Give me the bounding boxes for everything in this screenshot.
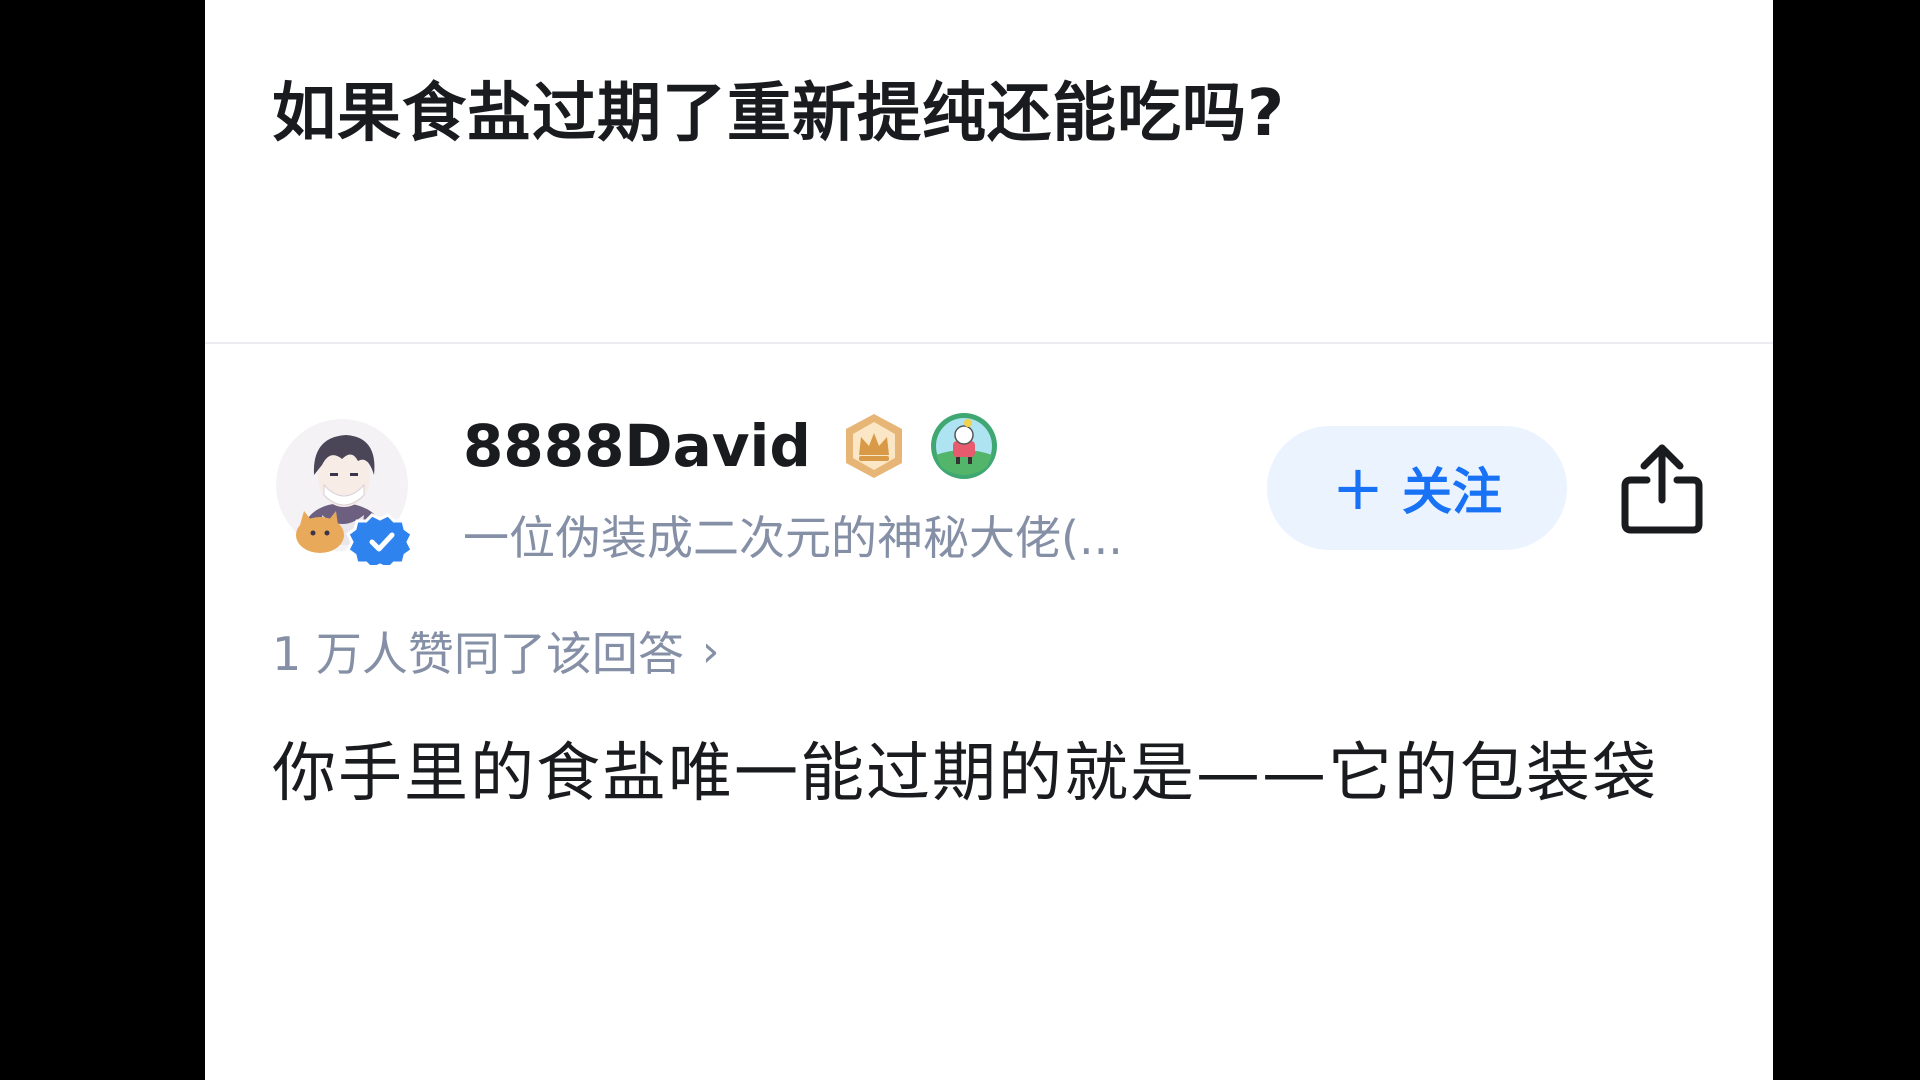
crown-badge-icon[interactable]	[839, 411, 909, 481]
author-bio: 一位伪装成二次元的神秘大佬(...	[463, 511, 1123, 565]
achievement-badge-icon[interactable]	[929, 411, 999, 481]
vote-summary-link[interactable]: 1 万人赞同了该回答 ›	[272, 618, 720, 684]
author-name[interactable]: 8888David	[463, 412, 811, 480]
follow-label: 关注	[1401, 463, 1502, 521]
answer-content: 你手里的食盐唯一能过期的就是——它的包装袋	[272, 737, 1658, 811]
author-name-row: 8888David	[463, 410, 999, 482]
divider	[205, 342, 1773, 344]
question-title[interactable]: 如果食盐过期了重新提纯还能吃吗?	[272, 62, 1285, 154]
plus-icon: +	[1332, 451, 1384, 524]
follow-button[interactable]: + 关注	[1267, 426, 1567, 550]
share-icon[interactable]	[1617, 440, 1707, 536]
verified-check-icon	[346, 513, 412, 565]
answer-page: 如果食盐过期了重新提纯还能吃吗? 8888David 一位伪装成二次元的神秘大佬…	[205, 0, 1773, 1080]
vote-summary-text: 1 万人赞同了该回答	[272, 627, 684, 681]
author-avatar[interactable]	[272, 415, 412, 565]
chevron-right-icon: ›	[701, 625, 720, 677]
